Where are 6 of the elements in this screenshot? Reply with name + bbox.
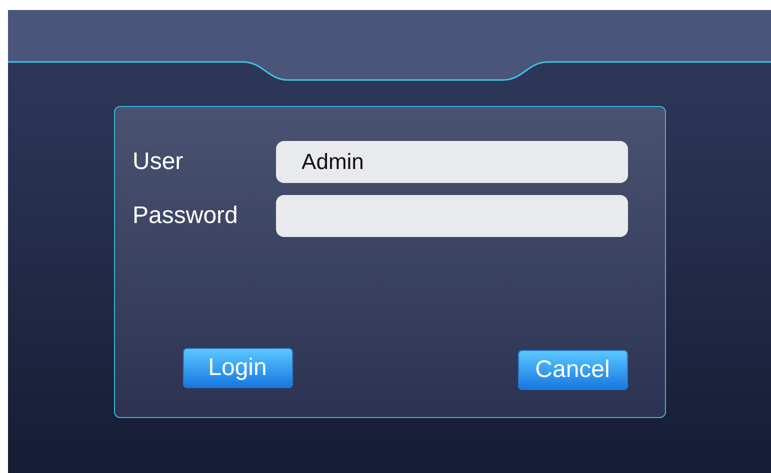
cancel-button[interactable]: Cancel xyxy=(518,350,628,390)
login-button[interactable]: Login xyxy=(182,348,292,388)
input-field[interactable]: Admin xyxy=(276,141,628,183)
input-field[interactable] xyxy=(276,195,628,237)
field-label: Password xyxy=(132,202,239,230)
field-label: User xyxy=(132,148,184,176)
